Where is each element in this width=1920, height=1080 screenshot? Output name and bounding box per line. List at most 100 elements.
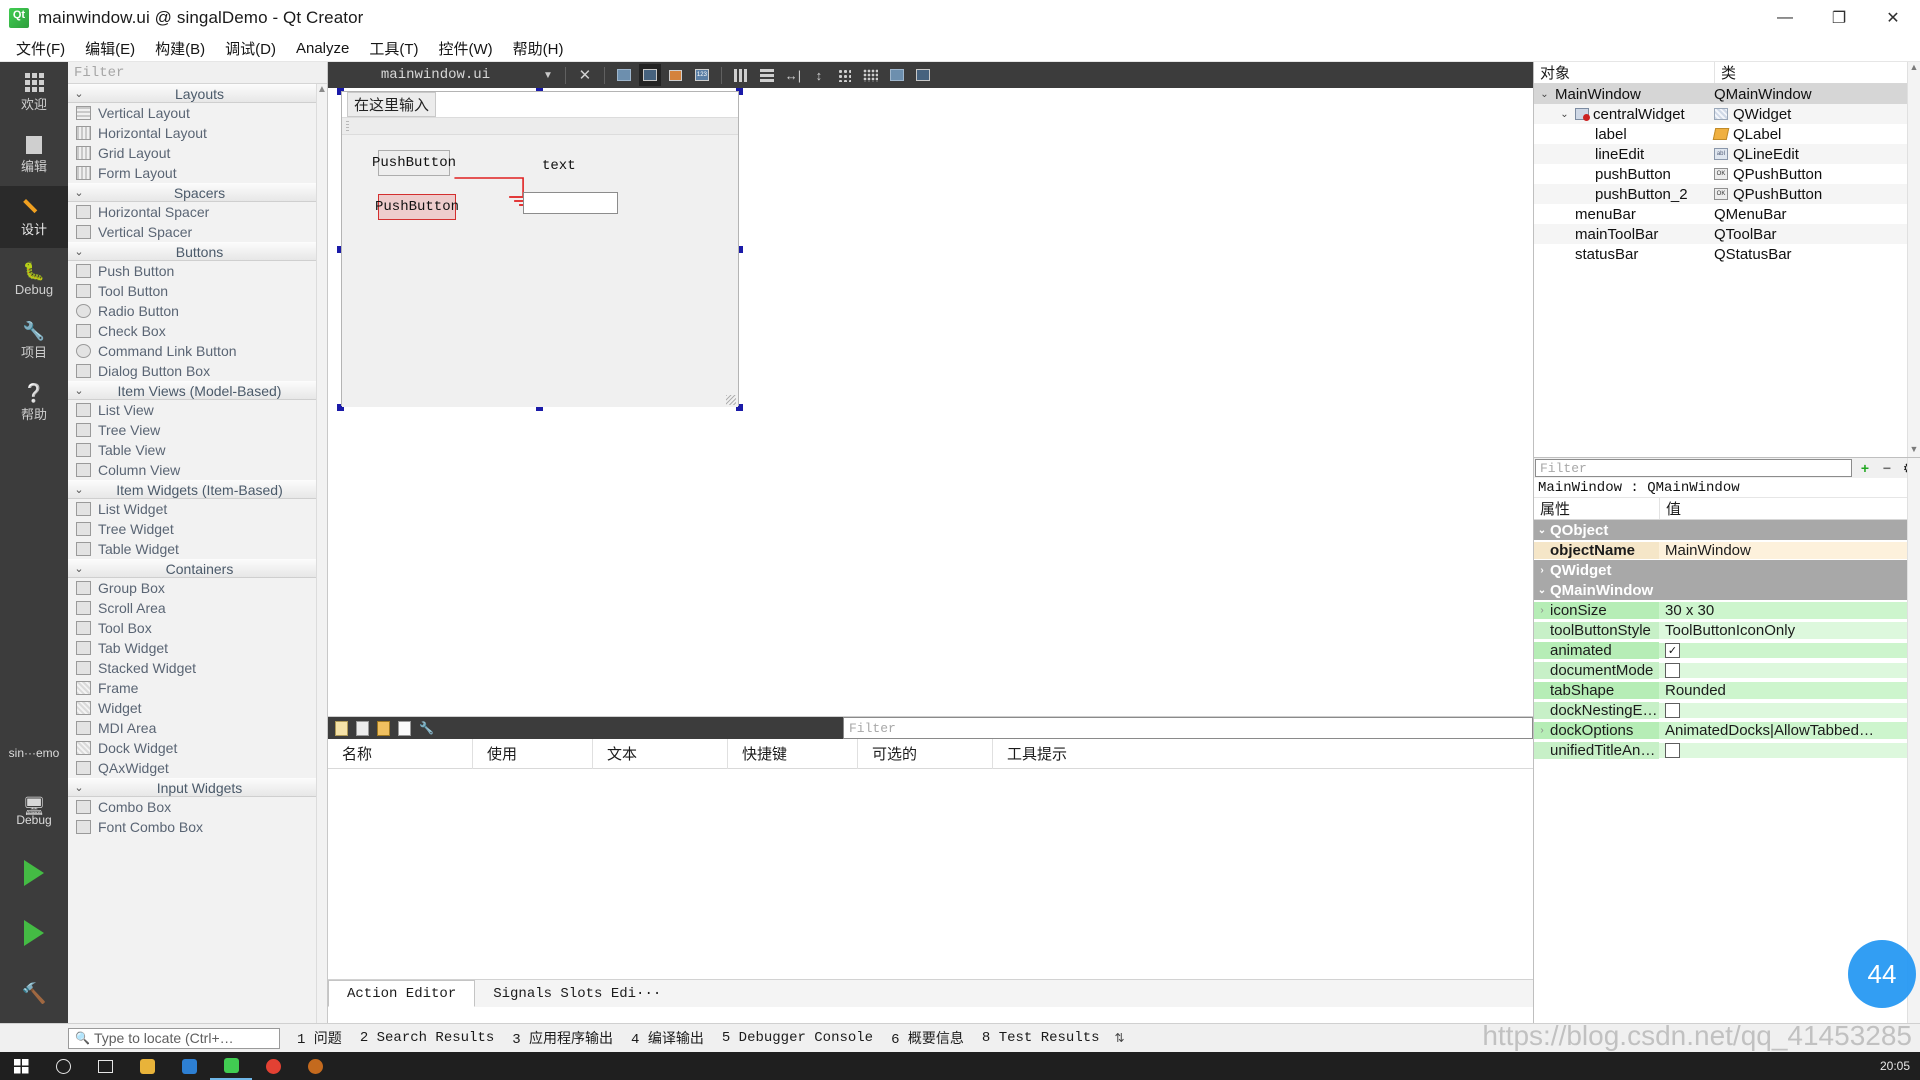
object-inspector-row[interactable]: statusBar QStatusBar	[1534, 244, 1920, 264]
property-checkbox[interactable]	[1665, 702, 1680, 718]
mode-edit[interactable]: 编辑	[0, 124, 68, 186]
column-used[interactable]: 使用	[473, 738, 593, 769]
widget-item-grid-layout[interactable]: Grid Layout	[68, 143, 327, 163]
property-value-cell[interactable]: Rounded	[1659, 681, 1920, 699]
build-button[interactable]: 🔨	[0, 963, 68, 1023]
folder-icon[interactable]	[126, 1052, 168, 1080]
remove-property-icon[interactable]: −	[1876, 458, 1898, 478]
property-row[interactable]: › dockOptions AnimatedDocks|AllowTabbed…	[1534, 720, 1920, 740]
widget-item-dialog-button-box[interactable]: Dialog Button Box	[68, 361, 327, 381]
search-circle-icon[interactable]	[42, 1052, 84, 1080]
object-inspector-row[interactable]: lineEdit abI QLineEdit	[1534, 144, 1920, 164]
menu-analyze[interactable]: Analyze	[286, 38, 359, 59]
mode-debug[interactable]: 🐛 Debug	[0, 248, 68, 310]
scroll-down-icon[interactable]: ▼	[1908, 444, 1920, 457]
property-group-qmainwindow[interactable]: ⌄ QMainWindow	[1534, 580, 1920, 600]
layout-grid-button[interactable]	[860, 64, 882, 86]
object-inspector-row[interactable]: label QLabel	[1534, 124, 1920, 144]
widget-group-item-widgets-item-based[interactable]: ⌄ Item Widgets (Item-Based)	[68, 480, 327, 499]
widget-item-column-view[interactable]: Column View	[68, 460, 327, 480]
object-inspector-scrollbar[interactable]: ▲ ▼	[1907, 62, 1920, 457]
property-value-cell[interactable]: 30 x 30	[1659, 601, 1920, 619]
widget-item-table-widget[interactable]: Table Widget	[68, 539, 327, 559]
widget-item-group-box[interactable]: Group Box	[68, 578, 327, 598]
oi-column-object[interactable]: 对象	[1534, 62, 1714, 83]
object-inspector-row[interactable]: pushButton_2 OK QPushButton	[1534, 184, 1920, 204]
property-row[interactable]: dockNestingE…	[1534, 700, 1920, 720]
task-view-icon[interactable]	[84, 1052, 126, 1080]
object-inspector-row[interactable]: ⌄ centralWidget QWidget	[1534, 104, 1920, 124]
column-name[interactable]: 名称	[328, 738, 473, 769]
column-shortcut[interactable]: 快捷键	[728, 738, 858, 769]
layout-splitter-h-button[interactable]: ↔|	[782, 64, 804, 86]
column-checkable[interactable]: 可选的	[858, 738, 993, 769]
column-text[interactable]: 文本	[593, 738, 728, 769]
property-editor-scrollbar[interactable]	[1907, 458, 1920, 1024]
widget-item-command-link-button[interactable]: Command Link Button	[68, 341, 327, 361]
output-tab-debugger[interactable]: 5 Debugger Console	[713, 1030, 882, 1046]
widget-item-tool-button[interactable]: Tool Button	[68, 281, 327, 301]
property-checkbox[interactable]: ✓	[1665, 642, 1680, 658]
widget-item-scroll-area[interactable]: Scroll Area	[68, 598, 327, 618]
tab-action-editor[interactable]: Action Editor	[328, 980, 476, 1007]
adjust-size-button[interactable]	[912, 64, 934, 86]
widget-box-filter[interactable]: Filter	[68, 62, 327, 84]
output-tab-search[interactable]: 2 Search Results	[351, 1030, 503, 1046]
windows-start-icon[interactable]	[0, 1052, 42, 1080]
oi-column-class[interactable]: 类	[1714, 62, 1920, 83]
widget-item-tree-view[interactable]: Tree View	[68, 420, 327, 440]
property-value-cell[interactable]: MainWindow	[1659, 541, 1920, 559]
toolbar-grip-icon[interactable]	[346, 121, 349, 131]
widget-item-horizontal-spacer[interactable]: Horizontal Spacer	[68, 202, 327, 222]
property-row[interactable]: unifiedTitleAn…	[1534, 740, 1920, 760]
property-value-cell[interactable]	[1659, 742, 1920, 758]
widget-item-stacked-widget[interactable]: Stacked Widget	[68, 658, 327, 678]
maximize-button[interactable]: ❐	[1812, 0, 1866, 36]
configure-icon[interactable]: 🔧	[419, 721, 434, 735]
widget-item-table-view[interactable]: Table View	[68, 440, 327, 460]
chrome-icon[interactable]	[252, 1052, 294, 1080]
chevron-icon[interactable]: ⌄	[1534, 585, 1550, 596]
form-size-grip[interactable]	[726, 395, 736, 405]
widget-item-tree-widget[interactable]: Tree Widget	[68, 519, 327, 539]
edit-tab-order-button[interactable]: 123	[691, 64, 713, 86]
widget-item-vertical-layout[interactable]: Vertical Layout	[68, 103, 327, 123]
app-icon[interactable]	[294, 1052, 336, 1080]
qtcreator-icon[interactable]	[210, 1052, 252, 1080]
run-button[interactable]	[0, 843, 68, 903]
form-lineedit[interactable]	[523, 192, 618, 214]
chevron-icon[interactable]: ⌄	[1534, 525, 1550, 536]
output-pane-toggle-icon[interactable]: ⇅	[1115, 1031, 1125, 1045]
new-action-icon[interactable]	[335, 720, 348, 736]
scroll-up-icon[interactable]: ▲	[1908, 62, 1920, 75]
mode-help[interactable]: ❔ 帮助	[0, 372, 68, 434]
property-group-qwidget[interactable]: › QWidget	[1534, 560, 1920, 580]
widget-item-list-widget[interactable]: List Widget	[68, 499, 327, 519]
column-tooltip[interactable]: 工具提示	[993, 739, 1533, 769]
property-value-cell[interactable]: ✓	[1659, 642, 1920, 658]
kit-debug-row[interactable]: 🖥 Debug	[0, 783, 68, 843]
output-tab-general[interactable]: 6 概要信息	[882, 1028, 973, 1048]
widget-item-font-combo-box[interactable]: Font Combo Box	[68, 817, 327, 837]
property-row[interactable]: › iconSize 30 x 30	[1534, 600, 1920, 620]
property-value-cell[interactable]: ToolButtonIconOnly	[1659, 621, 1920, 639]
widget-item-form-layout[interactable]: Form Layout	[68, 163, 327, 183]
form-canvas[interactable]: 在这里输入 PushButton text PushButton	[328, 88, 1533, 716]
layout-vertically-button[interactable]	[756, 64, 778, 86]
object-inspector-tree[interactable]: ⌄ MainWindow QMainWindow ⌄ centralWidget QWid…	[1534, 84, 1920, 264]
layout-horizontally-button[interactable]	[730, 64, 752, 86]
kit-selector[interactable]: sin···emo	[0, 723, 68, 783]
close-document-button[interactable]: ✕	[574, 64, 596, 86]
pe-column-value[interactable]: 值	[1659, 498, 1920, 519]
minimize-button[interactable]: —	[1758, 0, 1812, 36]
output-tab-app-output[interactable]: 3 应用程序输出	[503, 1028, 622, 1048]
object-inspector-row[interactable]: mainToolBar QToolBar	[1534, 224, 1920, 244]
tab-signals-slots-editor[interactable]: Signals Slots Edi···	[475, 980, 679, 1007]
property-value-cell[interactable]	[1659, 662, 1920, 678]
menu-window[interactable]: 控件(W)	[429, 36, 503, 61]
form-menubar-placeholder[interactable]: 在这里输入	[347, 92, 437, 117]
widget-item-horizontal-layout[interactable]: Horizontal Layout	[68, 123, 327, 143]
chevron-down-icon[interactable]: ⌄	[1558, 109, 1571, 120]
widget-item-list-view[interactable]: List View	[68, 400, 327, 420]
widget-box-scrollbar[interactable]: ▲	[316, 84, 327, 1023]
